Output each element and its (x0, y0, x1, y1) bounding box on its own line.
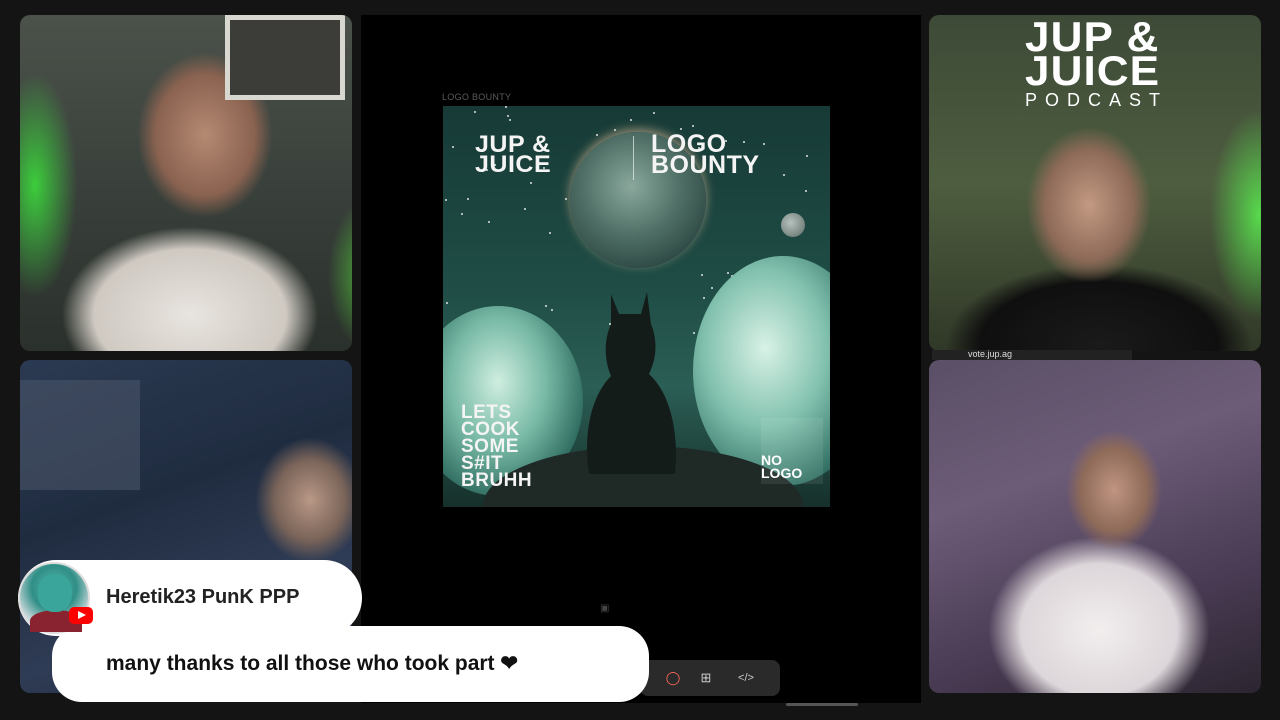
participant-video-bottom-right[interactable] (929, 360, 1261, 693)
youtube-icon (69, 607, 93, 624)
avatar-head (38, 574, 72, 612)
apps-icon[interactable]: ⊞ (697, 669, 715, 687)
star-dot (446, 302, 448, 304)
chat-author-name: Heretik23 PunK PPP (106, 586, 300, 608)
poster-divider (633, 136, 634, 180)
poster-title-left: JUP & JUICE (475, 131, 552, 178)
participant-video-top-left[interactable] (20, 15, 352, 351)
podcast-brand-logo: JUP & JUICE PODCAST (1025, 16, 1265, 111)
wall-picture-frame (225, 15, 345, 100)
star-dot (445, 199, 447, 201)
poster-tagline: LETS COOK SOME S#IT BRUHH (461, 402, 533, 491)
star-dot (545, 305, 547, 307)
star-dot (524, 208, 526, 210)
url-label: vote.jup.ag (968, 349, 1013, 359)
star-dot (692, 125, 694, 127)
star-dot (488, 221, 490, 223)
star-dot (565, 198, 567, 200)
star-dot (474, 111, 476, 113)
poster-title-right: LOGO BOUNTY (651, 130, 760, 179)
camera-icon: ▣ (600, 603, 610, 614)
background-shelf (20, 380, 140, 490)
star-dot (703, 297, 705, 299)
star-dot (630, 119, 632, 121)
moon-illustration (781, 213, 805, 237)
star-dot (505, 106, 507, 108)
star-dot (452, 146, 454, 148)
star-dot (711, 287, 713, 289)
star-dot (806, 155, 808, 157)
star-dot (614, 129, 616, 131)
share-caption: LOGO BOUNTY (442, 92, 512, 102)
star-dot (507, 115, 509, 117)
logo-bounty-poster: JUP & JUICE LOGO BOUNTY LETS COOK SOME S… (443, 106, 830, 507)
star-dot (783, 174, 785, 176)
star-dot (461, 213, 463, 215)
code-icon[interactable]: </> (737, 669, 755, 687)
cat-silhouette (587, 292, 676, 474)
star-dot (653, 112, 655, 114)
brand-name: JUP & JUICE (1025, 13, 1161, 94)
chat-message-text: many thanks to all those who took part ❤ (106, 652, 518, 675)
share-toolbar: ◯ ⊞ </> (640, 660, 780, 696)
star-dot (701, 274, 703, 276)
star-dot (530, 182, 532, 184)
star-dot (467, 198, 469, 200)
star-dot (727, 272, 729, 274)
record-icon[interactable]: ◯ (664, 669, 682, 687)
star-dot (693, 332, 695, 334)
star-dot (596, 134, 598, 136)
star-dot (549, 232, 551, 234)
home-indicator (786, 703, 858, 706)
poster-nologo: NO LOGO (761, 452, 803, 481)
star-dot (509, 119, 511, 121)
url-bar (932, 350, 1132, 360)
star-dot (763, 143, 765, 145)
star-dot (805, 190, 807, 192)
star-dot (551, 309, 553, 311)
